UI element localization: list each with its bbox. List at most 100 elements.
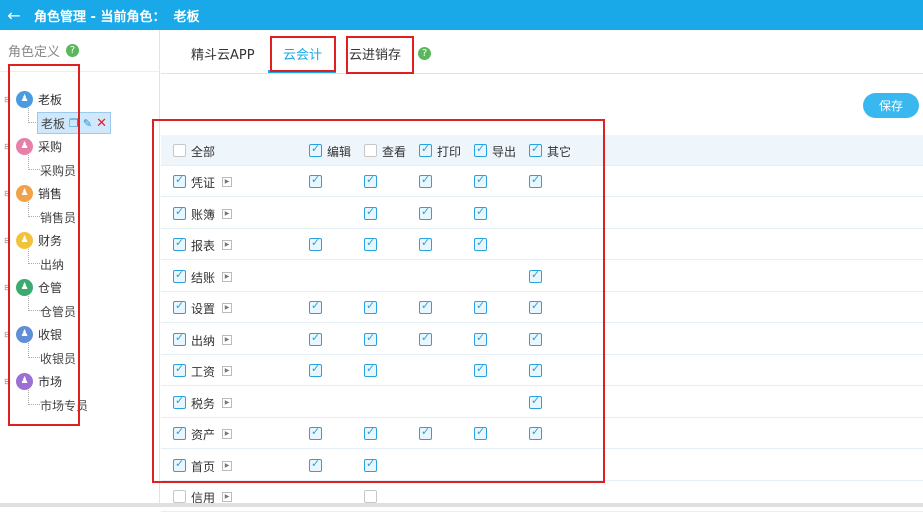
- permission-checkbox[interactable]: [474, 236, 487, 251]
- tree-group-2[interactable]: ⊟ ♟ 销售: [0, 182, 62, 204]
- tree-group-0[interactable]: ⊟ ♟ 老板: [0, 88, 62, 110]
- permission-checkbox[interactable]: [529, 299, 542, 314]
- help-icon[interactable]: ?: [66, 44, 80, 57]
- tree-role-item[interactable]: 出纳: [40, 253, 64, 275]
- row-checkbox[interactable]: [173, 299, 186, 314]
- permission-checkbox[interactable]: [419, 425, 432, 440]
- permission-checkbox[interactable]: [474, 299, 487, 314]
- tree-group-5[interactable]: ⊟ ♟ 收银: [0, 323, 62, 345]
- row-label: 账簿: [191, 207, 216, 222]
- permission-checkbox[interactable]: [364, 236, 377, 251]
- permission-checkbox[interactable]: [474, 362, 487, 377]
- permission-checkbox[interactable]: [474, 425, 487, 440]
- permission-checkbox[interactable]: [309, 457, 322, 472]
- expand-arrow-icon[interactable]: ▶: [222, 208, 232, 219]
- select-all-checkbox[interactable]: [173, 144, 186, 157]
- expand-arrow-icon[interactable]: ▶: [222, 177, 232, 187]
- permission-checkbox[interactable]: [364, 425, 377, 440]
- tree-role-item[interactable]: 采购员: [40, 159, 76, 181]
- expand-arrow-icon[interactable]: ▶: [222, 429, 232, 439]
- expand-arrow-icon[interactable]: ▶: [222, 303, 232, 313]
- permission-checkbox[interactable]: [419, 331, 432, 346]
- collapse-icon[interactable]: ⊟: [4, 236, 12, 245]
- tree-group-4[interactable]: ⊟ ♟ 仓管: [0, 276, 62, 298]
- row-checkbox[interactable]: [173, 173, 186, 188]
- column-checkbox[interactable]: [364, 144, 377, 157]
- permission-checkbox[interactable]: [474, 331, 487, 346]
- permission-checkbox[interactable]: [364, 299, 377, 314]
- tree-role-item[interactable]: 市场专员: [40, 394, 88, 416]
- tree-role-item[interactable]: 销售员: [40, 206, 76, 228]
- collapse-icon[interactable]: ⊟: [4, 330, 12, 339]
- expand-arrow-icon[interactable]: ▶: [222, 492, 232, 502]
- permission-checkbox[interactable]: [364, 490, 377, 503]
- permission-checkbox[interactable]: [364, 457, 377, 472]
- permission-checkbox[interactable]: [419, 173, 432, 188]
- permission-checkbox[interactable]: [529, 394, 542, 409]
- row-checkbox[interactable]: [173, 331, 186, 346]
- permission-checkbox[interactable]: [529, 425, 542, 440]
- back-arrow-icon[interactable]: ←: [0, 6, 28, 25]
- expand-arrow-icon[interactable]: ▶: [222, 240, 232, 250]
- permission-checkbox[interactable]: [309, 173, 322, 188]
- delete-icon[interactable]: ✕: [96, 116, 107, 131]
- expand-arrow-icon[interactable]: ▶: [222, 397, 232, 408]
- tree-group-3[interactable]: ⊟ ♟ 财务: [0, 229, 62, 251]
- permission-checkbox[interactable]: [309, 299, 322, 314]
- collapse-icon[interactable]: ⊟: [4, 142, 12, 151]
- permission-checkbox[interactable]: [309, 362, 322, 377]
- column-checkbox[interactable]: [419, 142, 432, 157]
- permission-checkbox[interactable]: [529, 268, 542, 283]
- help-icon[interactable]: ?: [418, 47, 431, 60]
- row-checkbox[interactable]: [173, 490, 186, 503]
- edit-icon[interactable]: ✎: [83, 117, 92, 130]
- collapse-icon[interactable]: ⊟: [4, 283, 12, 292]
- tree-role-label: 仓管员: [40, 304, 77, 319]
- row-checkbox[interactable]: [173, 236, 186, 251]
- expand-arrow-icon[interactable]: ▶: [222, 460, 232, 471]
- permission-checkbox[interactable]: [309, 425, 322, 440]
- row-checkbox[interactable]: [173, 457, 186, 472]
- column-checkbox[interactable]: [309, 142, 322, 157]
- tab-cloud-inventory[interactable]: 云进销存: [349, 44, 401, 63]
- tree-group-1[interactable]: ⊟ ♟ 采购: [0, 135, 62, 157]
- permission-checkbox[interactable]: [309, 331, 322, 346]
- tab-app[interactable]: 精斗云APP: [191, 44, 255, 63]
- tree-role-item[interactable]: 收银员: [40, 347, 76, 369]
- permission-checkbox[interactable]: [529, 362, 542, 377]
- permission-checkbox[interactable]: [419, 299, 432, 314]
- column-checkbox[interactable]: [529, 142, 542, 157]
- tree-connector: [28, 155, 40, 170]
- permission-checkbox[interactable]: [364, 331, 377, 346]
- column-checkbox[interactable]: [474, 142, 487, 157]
- role-avatar-icon: ♟: [16, 184, 33, 202]
- row-checkbox[interactable]: [173, 394, 186, 409]
- row-checkbox[interactable]: [173, 268, 186, 283]
- row-checkbox[interactable]: [173, 362, 186, 377]
- expand-arrow-icon[interactable]: ▶: [222, 334, 232, 345]
- permission-checkbox[interactable]: [474, 205, 487, 220]
- permission-checkbox[interactable]: [419, 236, 432, 251]
- tree-group-6[interactable]: ⊟ ♟ 市场: [0, 370, 62, 392]
- tab-cloud-accounting[interactable]: 云会计: [283, 44, 322, 63]
- row-checkbox[interactable]: [173, 205, 186, 220]
- tree-role-item[interactable]: 老板 ❐ ✎ ✕: [37, 112, 112, 134]
- expand-arrow-icon[interactable]: ▶: [222, 366, 232, 376]
- collapse-icon[interactable]: ⊟: [4, 377, 12, 386]
- permission-checkbox[interactable]: [529, 331, 542, 346]
- tree-role-item[interactable]: 仓管员: [40, 300, 76, 322]
- save-button[interactable]: 保存: [863, 93, 919, 118]
- collapse-icon[interactable]: ⊟: [4, 189, 12, 198]
- collapse-icon[interactable]: ⊟: [4, 95, 12, 104]
- permission-checkbox[interactable]: [474, 173, 487, 188]
- copy-icon[interactable]: ❐: [69, 117, 79, 130]
- permission-checkbox[interactable]: [309, 236, 322, 251]
- horizontal-scrollbar[interactable]: [0, 503, 923, 507]
- permission-checkbox[interactable]: [364, 205, 377, 220]
- permission-checkbox[interactable]: [364, 173, 377, 188]
- expand-arrow-icon[interactable]: ▶: [222, 271, 232, 282]
- permission-checkbox[interactable]: [419, 205, 432, 220]
- row-checkbox[interactable]: [173, 425, 186, 440]
- permission-checkbox[interactable]: [364, 362, 377, 377]
- permission-checkbox[interactable]: [529, 173, 542, 188]
